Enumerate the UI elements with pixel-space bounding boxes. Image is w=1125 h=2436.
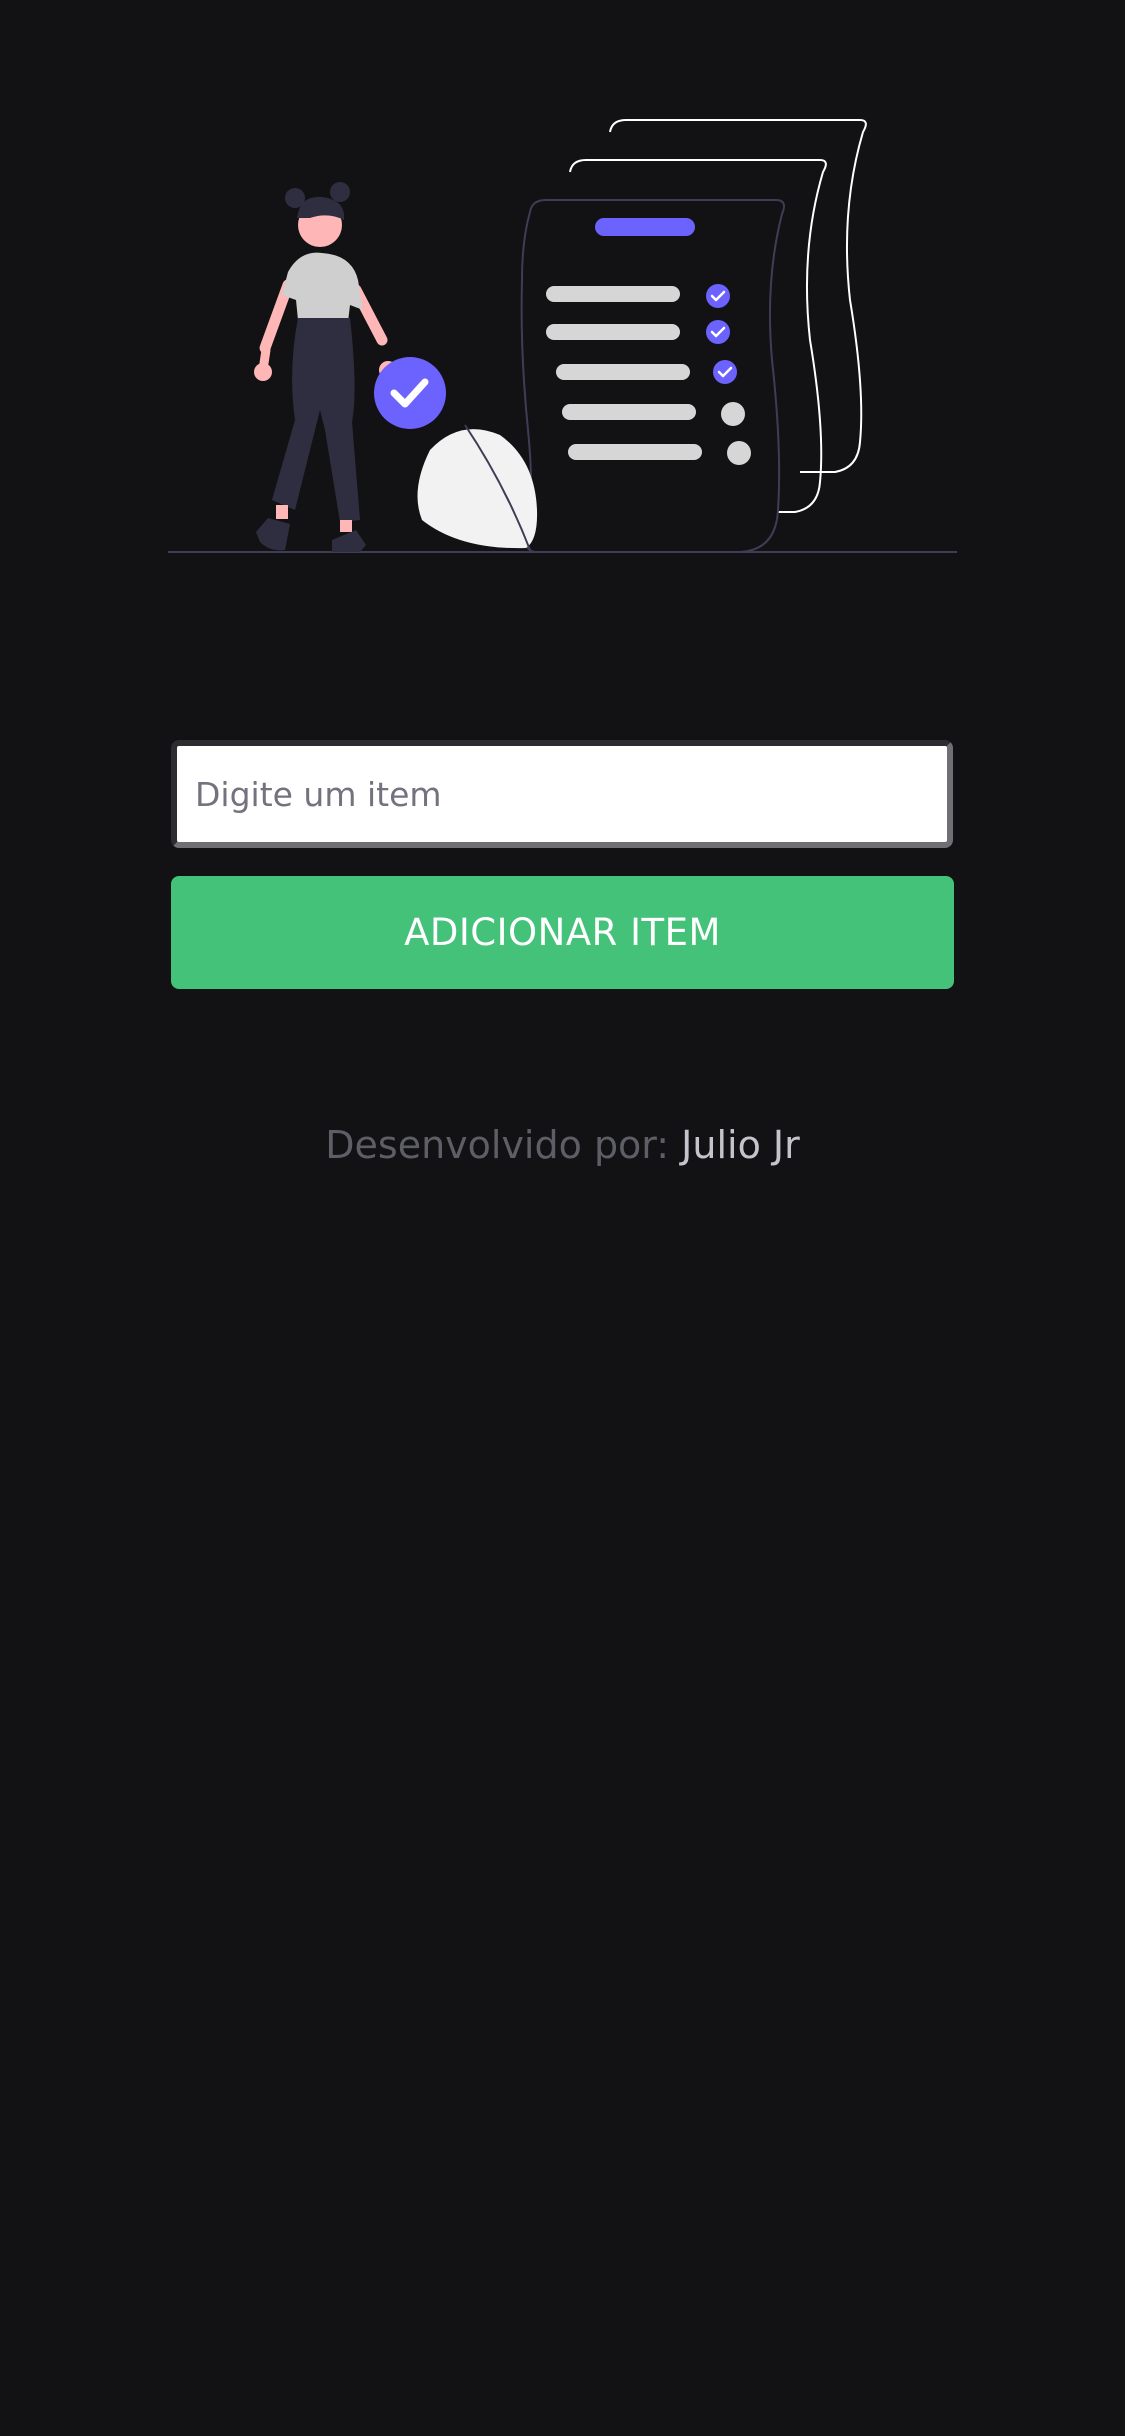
check-circle-icon-2 bbox=[706, 320, 730, 344]
empty-dot-icon-2 bbox=[727, 441, 751, 465]
paper-header-bar bbox=[595, 218, 695, 236]
credit-prefix: Desenvolvido por: bbox=[325, 1123, 670, 1167]
credit-author: Julio Jr bbox=[681, 1123, 800, 1167]
paper-line-1 bbox=[546, 286, 680, 302]
person-figure bbox=[254, 182, 397, 552]
check-circle-icon-1 bbox=[706, 284, 730, 308]
paper-line-2 bbox=[546, 324, 680, 340]
check-circle-icon-3 bbox=[713, 360, 737, 384]
add-item-button[interactable]: ADICIONAR ITEM bbox=[171, 876, 954, 989]
leaf-icon bbox=[417, 424, 538, 551]
item-input-container[interactable] bbox=[171, 740, 953, 848]
empty-dot-icon-1 bbox=[721, 402, 745, 426]
todo-list-illustration bbox=[160, 100, 970, 570]
paper-line-3 bbox=[556, 364, 690, 380]
big-check-circle-icon bbox=[374, 357, 446, 429]
paper-line-4 bbox=[562, 404, 696, 420]
developer-credit: Desenvolvido por: Julio Jr bbox=[0, 1123, 1125, 1167]
paper-line-5 bbox=[568, 444, 702, 460]
item-input[interactable] bbox=[177, 746, 947, 842]
